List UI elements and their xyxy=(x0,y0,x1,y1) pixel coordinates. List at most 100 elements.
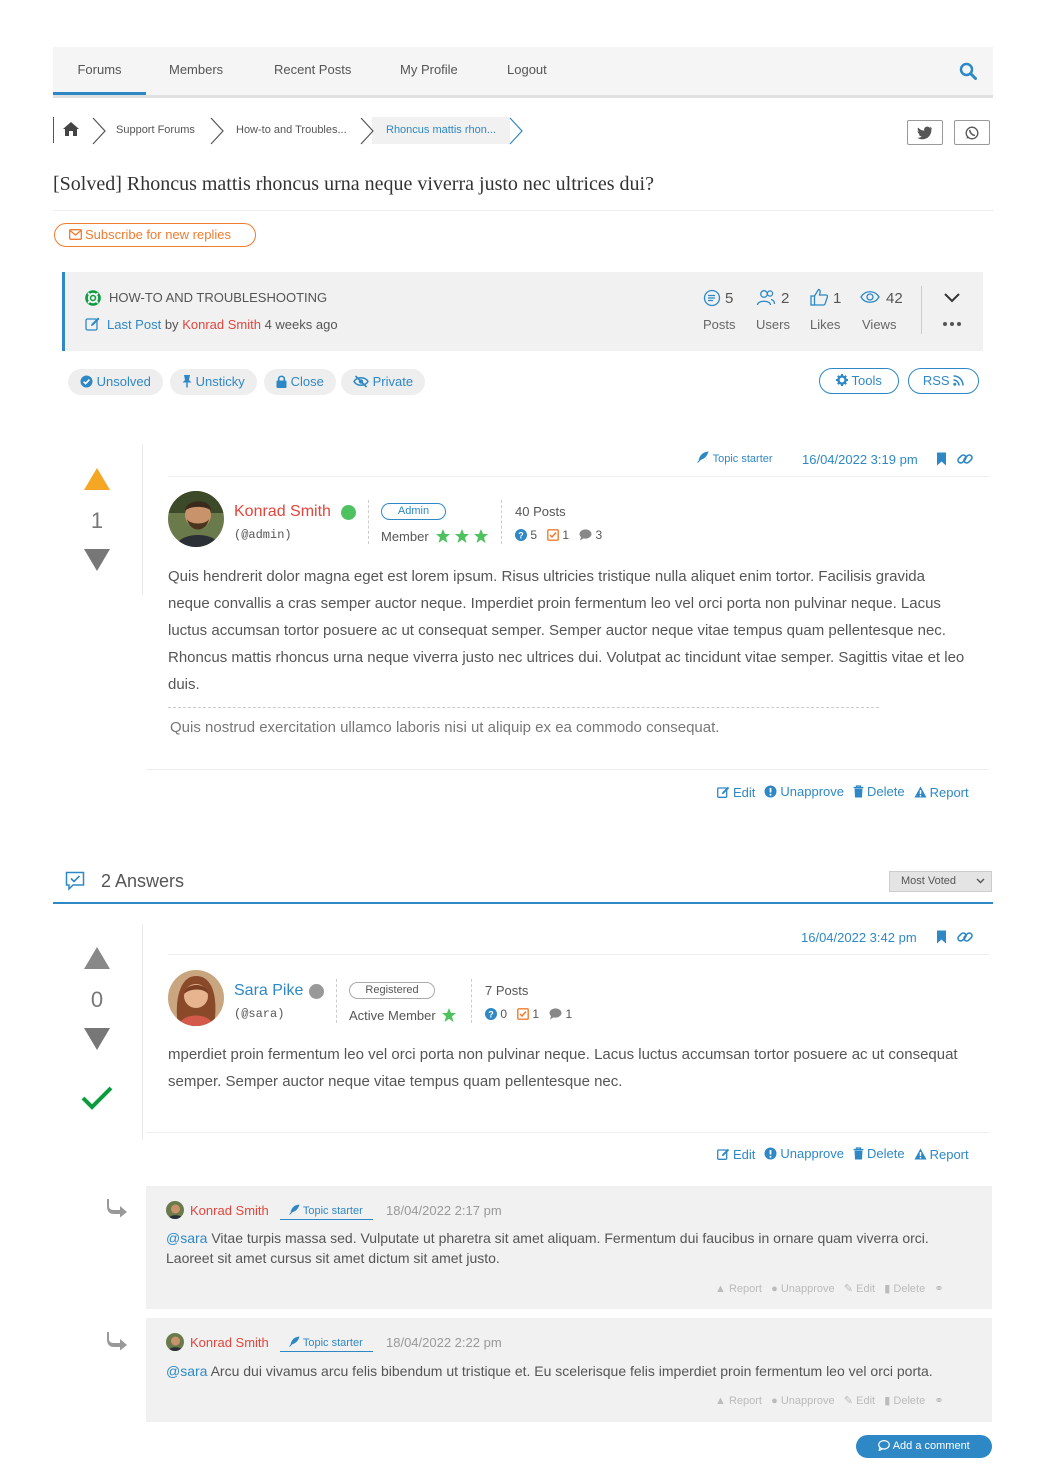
last-post-author[interactable]: Konrad Smith xyxy=(182,317,261,332)
nav-forums[interactable]: Forums xyxy=(53,47,146,95)
whatsapp-share-button[interactable] xyxy=(954,120,990,145)
comment-delete-button[interactable]: ▮ Delete xyxy=(884,1395,925,1407)
last-post-line: Last Post by Konrad Smith 4 weeks ago xyxy=(107,317,338,332)
edit-button[interactable]: Edit xyxy=(717,1147,755,1162)
vote-up-icon[interactable] xyxy=(83,467,111,491)
link-icon[interactable] xyxy=(957,929,973,945)
nav-recent-posts[interactable]: Recent Posts xyxy=(274,47,351,95)
nav-my-profile[interactable]: My Profile xyxy=(400,47,458,95)
report-button[interactable]: Report xyxy=(914,785,969,800)
rank-stars-icon xyxy=(436,529,489,543)
comment-unapprove-button[interactable]: ● Unapprove xyxy=(771,1283,835,1295)
avatar[interactable] xyxy=(166,1201,184,1219)
eye-slash-icon xyxy=(353,375,369,388)
comment-unapprove-button[interactable]: ● Unapprove xyxy=(771,1395,835,1407)
private-label: Private xyxy=(372,374,414,389)
lifebuoy-icon xyxy=(85,290,101,306)
sort-selected: Most Voted xyxy=(901,875,957,887)
reply-arrow-icon xyxy=(107,1199,127,1218)
author-name[interactable]: Sara Pike xyxy=(234,982,303,1000)
more-options-icon[interactable] xyxy=(942,321,962,327)
nav-members[interactable]: Members xyxy=(169,47,223,95)
unsticky-button[interactable]: Unsticky xyxy=(170,369,257,395)
main-nav: Forums Members Recent Posts My Profile L… xyxy=(53,47,993,98)
unsolved-button[interactable]: Unsolved xyxy=(68,369,163,395)
forum-name[interactable]: HOW-TO AND TROUBLESHOOTING xyxy=(109,290,327,305)
link-icon[interactable] xyxy=(957,451,973,467)
author-name[interactable]: Konrad Smith xyxy=(234,503,331,521)
add-comment-button[interactable]: Add a comment xyxy=(856,1435,992,1458)
pin-icon xyxy=(182,375,192,388)
unapprove-button[interactable]: Unapprove xyxy=(764,1146,844,1161)
warning-icon xyxy=(914,1148,927,1160)
link-icon[interactable]: ⚭ xyxy=(934,1395,943,1407)
comment-delete-button[interactable]: ▮ Delete xyxy=(884,1283,925,1295)
comment-mention[interactable]: @sara xyxy=(166,1230,207,1246)
sort-select[interactable]: Most Voted xyxy=(889,871,992,892)
delete-button[interactable]: Delete xyxy=(853,1146,905,1161)
avatar[interactable] xyxy=(168,970,224,1026)
comment-actions: ▲ Report ● Unapprove ✎ Edit ▮ Delete ⚭ xyxy=(715,1282,944,1295)
delete-button[interactable]: Delete xyxy=(853,784,905,799)
subscribe-button[interactable]: Subscribe for new replies xyxy=(54,223,256,247)
vote-up-icon[interactable] xyxy=(83,946,111,970)
comment-author[interactable]: Konrad Smith xyxy=(190,1203,269,1218)
answer-count: 1 xyxy=(562,528,570,542)
twitter-share-button[interactable] xyxy=(907,120,943,145)
report-button[interactable]: Report xyxy=(914,1147,969,1162)
stat-users-value: 2 xyxy=(781,290,790,307)
rank-label: Member xyxy=(381,529,429,544)
link-icon[interactable]: ⚭ xyxy=(934,1283,943,1295)
member-rank: Member xyxy=(381,528,491,544)
comment-report-button[interactable]: ▲ Report xyxy=(715,1283,762,1295)
comment-date: 18/04/2022 2:22 pm xyxy=(386,1335,502,1350)
nav-logout[interactable]: Logout xyxy=(507,47,547,95)
answers-icon xyxy=(65,871,85,891)
comment-edit-button[interactable]: ✎ Edit xyxy=(844,1283,875,1295)
author-activity-counts: ? 5 1 3 xyxy=(515,528,602,542)
unapprove-button[interactable]: Unapprove xyxy=(764,784,844,799)
last-post-link[interactable]: Last Post xyxy=(107,317,161,332)
comment-count: 1 xyxy=(565,1007,573,1021)
unsticky-label: Unsticky xyxy=(195,374,245,389)
question-footer-divider xyxy=(146,769,989,770)
close-topic-button[interactable]: Close xyxy=(264,369,336,395)
rss-button[interactable]: RSS xyxy=(908,368,979,394)
comment-mention[interactable]: @sara xyxy=(166,1363,207,1379)
bookmark-icon[interactable] xyxy=(936,452,947,466)
topic-starter-badge: Topic starter xyxy=(280,1334,373,1352)
vote-down-icon[interactable] xyxy=(83,548,111,572)
search-icon[interactable] xyxy=(959,62,977,80)
comment-edit-button[interactable]: ✎ Edit xyxy=(844,1395,875,1407)
breadcrumb-support-forums[interactable]: Support Forums xyxy=(116,124,195,136)
check-circle-icon xyxy=(80,375,93,388)
bookmark-icon[interactable] xyxy=(936,930,947,944)
question-header-divider xyxy=(168,476,989,477)
chevron-down-icon[interactable] xyxy=(943,292,961,304)
edit-button[interactable]: Edit xyxy=(717,785,755,800)
vote-down-icon[interactable] xyxy=(83,1027,111,1051)
envelope-icon xyxy=(69,229,82,240)
last-post-by: by xyxy=(164,317,179,332)
comment-body: Vitae turpis massa sed. Vulputate ut pha… xyxy=(166,1230,929,1266)
comment-author[interactable]: Konrad Smith xyxy=(190,1335,269,1350)
question-count: 0 xyxy=(500,1007,508,1021)
comment-icon xyxy=(549,1008,562,1020)
answers-header: 2 Answers xyxy=(53,862,993,904)
breadcrumb-current-topic[interactable]: Rhoncus mattis rhon... xyxy=(386,124,496,136)
home-icon[interactable] xyxy=(62,121,80,137)
private-button[interactable]: Private xyxy=(341,369,426,395)
breadcrumb-howto[interactable]: How-to and Troubles... xyxy=(236,124,347,136)
chevron-down-icon xyxy=(976,878,985,884)
reply-arrow-icon xyxy=(107,1332,127,1351)
thumbs-up-icon xyxy=(810,288,829,306)
svg-text:?: ? xyxy=(518,530,524,540)
accepted-answer-check-icon[interactable] xyxy=(81,1085,113,1111)
exclamation-circle-icon xyxy=(764,1147,777,1160)
stats-divider xyxy=(501,500,502,544)
posts-icon xyxy=(703,289,721,307)
tools-button[interactable]: Tools xyxy=(819,368,899,394)
avatar[interactable] xyxy=(168,491,224,547)
avatar[interactable] xyxy=(166,1333,184,1351)
comment-report-button[interactable]: ▲ Report xyxy=(715,1395,762,1407)
